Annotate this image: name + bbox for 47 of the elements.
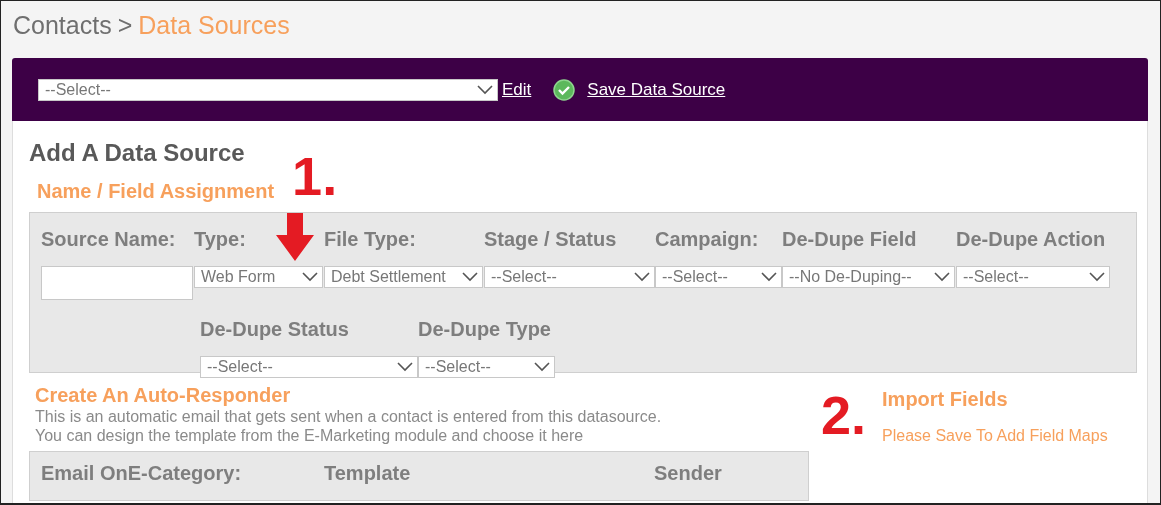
breadcrumb-current: Data Sources <box>138 11 290 40</box>
source-name-field[interactable] <box>41 266 193 300</box>
data-source-select[interactable]: --Select-- <box>38 78 498 101</box>
field-label: Stage / Status <box>484 228 617 252</box>
breadcrumb-link[interactable]: Contacts <box>13 11 112 40</box>
field-label: De-Dupe Type <box>418 318 551 342</box>
field-label: De-Dupe Status <box>200 318 349 342</box>
select-field[interactable]: Debt Settlement <box>324 266 483 288</box>
field-label: Campaign: <box>655 228 759 252</box>
section-title: Create An Auto-Responder <box>35 384 292 407</box>
field-label: De-Dupe Field <box>782 228 917 252</box>
column-header: Email OnE-Category: <box>41 462 242 486</box>
section-title: Name / Field Assignment <box>37 180 275 203</box>
save-data-source-link[interactable]: Save Data Source <box>587 79 726 100</box>
breadcrumb-separator: > <box>117 11 133 40</box>
chevron-icon <box>477 84 493 95</box>
chevron-icon <box>634 272 650 282</box>
field-label: Source Name: <box>41 228 176 252</box>
chevron-icon <box>534 362 550 372</box>
field-label: De-Dupe Action <box>956 228 1106 252</box>
step-number: 1. <box>292 149 338 203</box>
select-field[interactable]: --Select-- <box>956 266 1110 288</box>
select-field[interactable]: Web Form <box>194 266 323 288</box>
chevron-icon <box>462 272 478 282</box>
column-header: Template <box>324 462 411 486</box>
chevron-icon <box>1089 272 1105 282</box>
arrow-icon <box>276 213 314 261</box>
page-heading: Add A Data Source <box>29 139 246 167</box>
field-label: Type: <box>194 228 246 252</box>
chevron-icon <box>761 272 777 282</box>
section-title: Import Fields <box>882 388 1009 411</box>
check-icon <box>553 78 576 101</box>
field-maps-note: Please Save To Add Field Maps <box>882 427 1108 445</box>
field-label: File Type: <box>324 228 416 252</box>
edit-link[interactable]: Edit <box>502 79 532 100</box>
select-field[interactable]: --Select-- <box>418 356 555 378</box>
select-field[interactable]: --Select-- <box>484 266 655 288</box>
step-number: 2. <box>821 388 867 447</box>
select-field[interactable]: --Select-- <box>655 266 782 288</box>
chevron-icon <box>934 272 950 282</box>
description-text: You can design the template from the E-Marketing module and choose it here <box>35 426 585 445</box>
chevron-icon <box>302 272 318 282</box>
select-field[interactable]: --Select-- <box>200 356 418 378</box>
select-field[interactable]: --No De-Duping-- <box>782 266 955 288</box>
chevron-icon <box>397 362 413 372</box>
description-text: This is an automatic email that gets sent when a contact is entered from this datasource. <box>35 407 663 426</box>
column-header: Sender <box>654 462 722 486</box>
